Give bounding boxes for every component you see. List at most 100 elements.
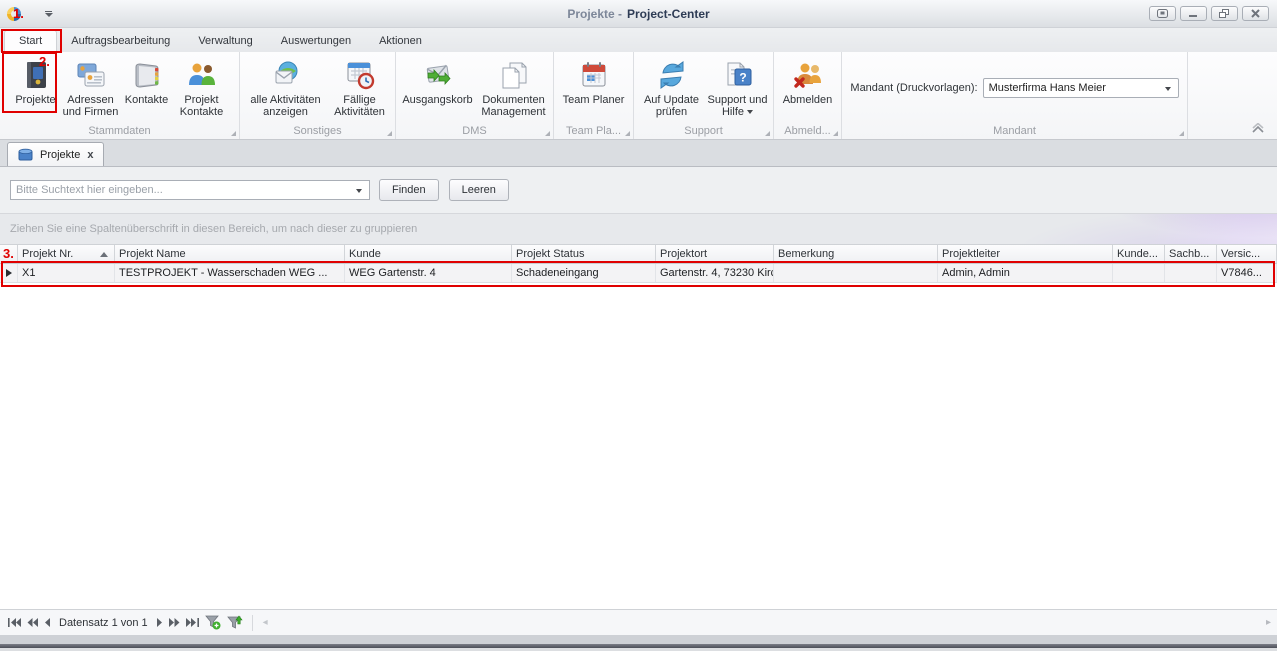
button-label: Ausgangskorb	[402, 94, 472, 106]
ribbon-tab-aktionen[interactable]: Aktionen	[365, 31, 436, 52]
ribbon-tab-bar: Start Auftragsbearbeitung Verwaltung Aus…	[0, 28, 1277, 52]
alle-aktivitaeten-button[interactable]: alle Aktivitäten anzeigen	[244, 56, 328, 118]
column-header-projektort[interactable]: Projektort	[656, 245, 774, 263]
tab-close-icon[interactable]: x	[87, 149, 93, 161]
restore-button[interactable]	[1211, 6, 1238, 21]
row-focus-arrow-icon	[6, 269, 12, 277]
group-by-bar[interactable]: Ziehen Sie eine Spaltenüberschrift in di…	[0, 214, 1277, 245]
nav-prev-page-button[interactable]	[27, 618, 38, 627]
annotation-step-3: 3.	[3, 246, 14, 261]
cell-projekt-status: Schadeneingang	[512, 264, 656, 282]
record-navigator: Datensatz 1 von 1 ◂ ▸	[0, 609, 1277, 635]
kontakte-button[interactable]: Kontakte	[120, 56, 174, 106]
mandant-combobox[interactable]: Musterfirma Hans Meier	[983, 78, 1179, 98]
abmelden-button[interactable]: Abmelden	[778, 56, 838, 106]
nav-first-button[interactable]	[8, 618, 21, 627]
bottom-strip	[0, 635, 1277, 644]
team-planer-button[interactable]: Team Planer	[558, 56, 630, 106]
ribbon-filler	[1188, 52, 1277, 139]
quick-access-dropdown[interactable]	[44, 11, 53, 17]
clear-button[interactable]: Leeren	[449, 179, 509, 201]
update-refresh-icon	[656, 59, 688, 91]
group-caption: DMS	[396, 122, 553, 139]
title-bar: Projekte - Project-Center	[0, 0, 1277, 28]
column-header-bemerkung[interactable]: Bemerkung	[774, 245, 938, 263]
close-button[interactable]	[1242, 6, 1269, 21]
project-center-window: Projekte - Project-Center Start Auftrags…	[0, 0, 1277, 651]
dialog-launcher-icon[interactable]	[231, 131, 236, 136]
column-header-projekt-status[interactable]: Projekt Status	[512, 245, 656, 263]
ribbon-group-support: Auf Update prüfen ? Support und Hilfe Su…	[634, 52, 774, 139]
ribbon-group-dms: Ausgangskorb Dokumenten Management DMS	[396, 52, 554, 139]
group-caption: Team Pla...	[554, 122, 633, 139]
annotation-step-1: 1.	[13, 6, 24, 21]
hscroll-right-arrow[interactable]: ▸	[1266, 617, 1271, 628]
nav-next-button[interactable]	[157, 618, 163, 627]
cell-projektort: Gartenstr. 4, 73230 Kirchh...	[656, 264, 774, 282]
search-dropdown-arrow-icon[interactable]	[356, 189, 362, 193]
group-caption: Stammdaten	[0, 122, 239, 139]
document-tab-projekte[interactable]: Projekte x	[7, 142, 104, 166]
dialog-launcher-icon[interactable]	[545, 131, 550, 136]
hscroll-left-arrow[interactable]: ◂	[263, 617, 268, 628]
address-cards-icon	[75, 59, 107, 91]
search-input[interactable]	[11, 182, 346, 198]
document-tab-label: Projekte	[40, 149, 80, 161]
record-count-text: Datensatz 1 von 1	[59, 617, 148, 629]
group-caption: Abmeld...	[774, 122, 841, 139]
collapse-ribbon-icon[interactable]	[1251, 123, 1265, 133]
cell-sachbearbeiter	[1165, 264, 1217, 282]
column-header-projekt-nr[interactable]: Projekt Nr.	[18, 245, 115, 263]
projekte-tab-icon	[18, 148, 33, 161]
nav-prev-button[interactable]	[44, 618, 50, 627]
column-header-sachbearbeiter[interactable]: Sachb...	[1165, 245, 1217, 263]
column-header-projektleiter[interactable]: Projektleiter	[938, 245, 1113, 263]
cell-kunde: WEG Gartenstr. 4	[345, 264, 512, 282]
auf-update-pruefen-button[interactable]: Auf Update prüfen	[638, 56, 706, 118]
cell-projekt-name: TESTPROJEKT - Wasserschaden WEG ...	[115, 264, 345, 282]
find-button[interactable]: Finden	[379, 179, 439, 201]
button-label: Projekte	[15, 94, 55, 106]
projekt-kontakte-button[interactable]: Projekt Kontakte	[174, 56, 230, 118]
filter-add-button[interactable]	[205, 615, 221, 630]
nav-next-page-button[interactable]	[169, 618, 180, 627]
fullscreen-button[interactable]	[1149, 6, 1176, 21]
faellige-aktivitaeten-button[interactable]: Fällige Aktivitäten	[328, 56, 392, 118]
dialog-launcher-icon[interactable]	[387, 131, 392, 136]
ribbon-tab-start[interactable]: Start	[4, 30, 57, 52]
group-caption: Mandant	[842, 122, 1187, 139]
ribbon-tab-auswertungen[interactable]: Auswertungen	[267, 31, 365, 52]
address-book-icon	[131, 59, 163, 91]
annotation-step-2: 2.	[39, 54, 50, 69]
column-header-projekt-name[interactable]: Projekt Name	[115, 245, 345, 263]
support-und-hilfe-button[interactable]: ? Support und Hilfe	[706, 56, 770, 118]
dialog-launcher-icon[interactable]	[833, 131, 838, 136]
dialog-launcher-icon[interactable]	[765, 131, 770, 136]
button-label: Dokumenten Management	[477, 94, 551, 118]
dialog-launcher-icon[interactable]	[625, 131, 630, 136]
filter-edit-button[interactable]	[227, 615, 243, 630]
ribbon-tab-verwaltung[interactable]: Verwaltung	[184, 31, 266, 52]
combo-arrow-icon	[1165, 87, 1171, 91]
documents-icon	[498, 59, 530, 91]
outbox-icon	[422, 59, 454, 91]
dokumenten-management-button[interactable]: Dokumenten Management	[477, 56, 551, 118]
column-header-kunde2[interactable]: Kunde...	[1113, 245, 1165, 263]
column-header-versicherung[interactable]: Versic...	[1217, 245, 1277, 263]
group-caption: Sonstiges	[240, 122, 395, 139]
projekte-button[interactable]: Projekte	[10, 56, 62, 106]
ribbon-group-team-planer: Team Planer Team Pla...	[554, 52, 634, 139]
button-label: Adressen und Firmen	[62, 94, 120, 118]
button-label: Support und Hilfe	[708, 94, 768, 118]
column-header-kunde[interactable]: Kunde	[345, 245, 512, 263]
search-combobox	[10, 180, 370, 200]
button-label: Fällige Aktivitäten	[328, 94, 392, 118]
dialog-launcher-icon[interactable]	[1179, 131, 1184, 136]
ribbon-group-mandant: Mandant (Druckvorlagen): Musterfirma Han…	[842, 52, 1188, 139]
ribbon-tab-auftragsbearbeitung[interactable]: Auftragsbearbeitung	[57, 31, 184, 52]
minimize-button[interactable]	[1180, 6, 1207, 21]
table-row[interactable]: X1 TESTPROJEKT - Wasserschaden WEG ... W…	[0, 264, 1277, 283]
nav-last-button[interactable]	[186, 618, 199, 627]
ausgangskorb-button[interactable]: Ausgangskorb	[399, 56, 477, 106]
adressen-und-firmen-button[interactable]: Adressen und Firmen	[62, 56, 120, 118]
